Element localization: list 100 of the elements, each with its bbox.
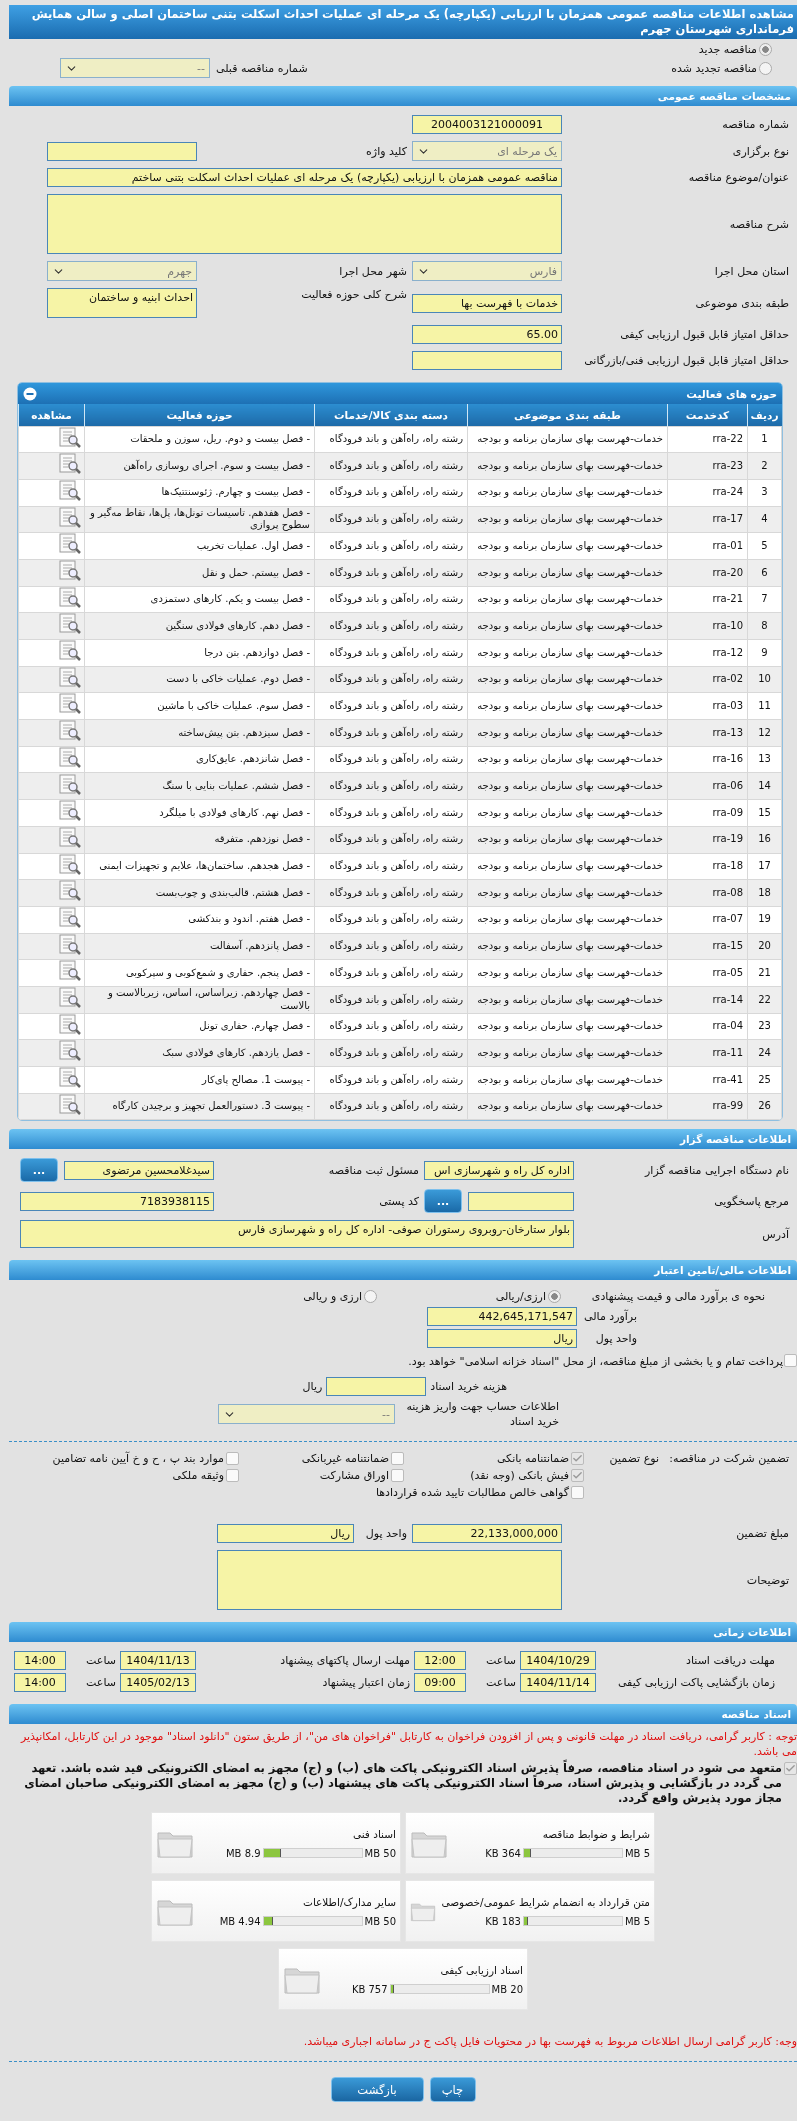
text-field[interactable]: 442,645,171,547 — [427, 1307, 577, 1327]
table-cell: rra-24 — [667, 479, 748, 507]
text-area[interactable]: احداث ابنیه و ساختمان — [47, 288, 197, 318]
browse-button[interactable]: ... — [424, 1189, 462, 1214]
time-field[interactable]: 12:00 — [414, 1651, 466, 1671]
action-button[interactable]: چاپ — [429, 2077, 476, 2103]
document-magnifier-icon[interactable] — [58, 426, 82, 449]
text-field[interactable]: ریال — [427, 1329, 577, 1349]
radio-option[interactable]: مناقصه جدید — [698, 43, 772, 56]
checkbox[interactable] — [391, 1469, 404, 1483]
document-magnifier-icon[interactable] — [58, 640, 82, 663]
text-field[interactable]: 7183938115 — [20, 1191, 214, 1211]
checkbox[interactable] — [226, 1469, 239, 1483]
text-field[interactable]: مناقصه عمومی همزمان با ارزیابی (یکپارچه) یک مرحله ای عملیات احداث اسکلت بتنی ساختم — [47, 168, 562, 187]
notice-text: توجه : کاربر گرامی، دریافت اسناد در مهلت قانونی و پس از افزودن فراخوان به کارتابل "فراخوان های من"، از طریق ستون "دانلود اسناد" موجود در این کارتابل، امکانپذیر می باشد. — [19, 1729, 797, 1759]
document-magnifier-icon[interactable] — [58, 746, 82, 769]
radio-icon[interactable] — [548, 1290, 561, 1304]
date-field[interactable]: 1404/10/29 — [520, 1651, 596, 1671]
collapse-icon[interactable] — [23, 386, 37, 401]
checkbox[interactable] — [391, 1452, 404, 1466]
document-magnifier-icon[interactable] — [58, 613, 82, 636]
field-label: شرح مناقصه — [728, 217, 789, 231]
radio-icon[interactable] — [364, 1290, 377, 1304]
document-magnifier-icon[interactable] — [58, 1093, 82, 1116]
document-magnifier-icon[interactable] — [58, 773, 82, 796]
document-magnifier-icon[interactable] — [58, 533, 82, 556]
document-magnifier-icon[interactable] — [58, 933, 82, 956]
document-magnifier-icon[interactable] — [58, 987, 82, 1010]
table-cell: رشته راه، راه‌آهن و باند فرودگاه — [314, 692, 468, 720]
field-label: کد پستی — [378, 1194, 419, 1208]
column-header[interactable]: حوزه فعالیت — [84, 404, 315, 426]
text-field[interactable] — [47, 141, 197, 161]
text-area[interactable] — [217, 1550, 562, 1611]
document-magnifier-icon[interactable] — [58, 693, 82, 716]
dropdown[interactable]: یک مرحله ای — [412, 141, 562, 161]
commitment-text: متعهد می شود در اسناد مناقصه، صرفاً پذیرش اسناد الکترونیکی پاکت های (ب) و (ج) مجهز به امضای الکترونیکی قید شده باشد. تعهد می گردد در بازگشایی و پذیرش اسناد، صرفاً اسناد الکترونیکی پاکت های پیشنهاد (ب) و (ج) مجهز به امضای الکترونیکی صاحبان امضای مجاز مورد پذیرش واقع گردد. — [23, 1761, 782, 1807]
document-magnifier-icon[interactable] — [58, 586, 82, 609]
text-field[interactable]: ریال — [217, 1524, 354, 1544]
column-header[interactable]: ردیف — [747, 404, 782, 426]
dropdown[interactable]: -- — [60, 58, 210, 78]
table-cell: 4 — [747, 506, 782, 533]
document-magnifier-icon[interactable] — [58, 666, 82, 689]
dropdown[interactable]: -- — [218, 1404, 395, 1425]
time-field[interactable]: 14:00 — [14, 1651, 66, 1671]
document-magnifier-icon[interactable] — [58, 800, 82, 823]
table-cell: خدمات-فهرست بهای سازمان برنامه و بودجه — [467, 986, 668, 1014]
document-magnifier-icon[interactable] — [58, 1040, 82, 1063]
document-magnifier-icon[interactable] — [58, 853, 82, 876]
document-magnifier-icon[interactable] — [58, 1067, 82, 1090]
text-field[interactable] — [412, 351, 562, 370]
checkbox[interactable] — [571, 1469, 584, 1483]
time-field[interactable]: 14:00 — [14, 1673, 66, 1693]
action-button[interactable]: بازگشت — [330, 2077, 424, 2103]
table-cell: rra-05 — [667, 959, 748, 987]
date-field[interactable]: 1404/11/14 — [520, 1673, 596, 1693]
text-field[interactable]: 65.00 — [412, 325, 562, 344]
time-field[interactable]: 09:00 — [414, 1673, 466, 1693]
document-magnifier-icon[interactable] — [58, 453, 82, 476]
checkbox[interactable] — [784, 1762, 797, 1776]
checkbox-option[interactable]: اوراق مشارکت — [319, 1469, 404, 1483]
column-header[interactable]: دسته بندی کالا/خدمات — [314, 404, 468, 426]
radio-icon[interactable] — [759, 43, 772, 56]
radio-option[interactable]: ارزی/ریالی — [381, 1290, 561, 1304]
document-magnifier-icon[interactable] — [58, 560, 82, 583]
text-field[interactable]: 2004003121000091 — [412, 115, 562, 134]
column-header[interactable]: مشاهده — [18, 404, 85, 426]
document-magnifier-icon[interactable] — [58, 960, 82, 983]
dropdown[interactable]: فارس — [412, 261, 562, 281]
section-header: اطلاعات مناقصه گزار — [9, 1129, 797, 1150]
checkbox-option[interactable]: ضمانتنامه بانکی — [496, 1452, 584, 1466]
text-field[interactable] — [468, 1191, 574, 1211]
text-field[interactable]: 22,133,000,000 — [412, 1524, 562, 1544]
radio-label: مناقصه جدید — [698, 43, 757, 56]
date-field[interactable]: 1404/11/13 — [120, 1651, 196, 1671]
document-magnifier-icon[interactable] — [58, 880, 82, 903]
date-field[interactable]: 1405/02/13 — [120, 1673, 196, 1693]
column-header[interactable]: طبقه بندی موضوعی — [467, 404, 668, 426]
text-field[interactable]: سیدغلامحسین مرتضوی — [64, 1160, 214, 1180]
checkbox[interactable] — [571, 1452, 584, 1466]
text-area[interactable]: بلوار ستارخان-روبروی رستوران صوفی- اداره کل راه و شهرسازی فارس — [20, 1220, 574, 1249]
radio-icon[interactable] — [759, 61, 772, 75]
text-area[interactable] — [47, 194, 562, 254]
text-field[interactable] — [326, 1377, 427, 1397]
document-magnifier-icon[interactable] — [58, 506, 82, 529]
text-field[interactable]: اداره کل راه و شهرسازی اس — [424, 1160, 574, 1180]
browse-button[interactable]: ... — [20, 1158, 58, 1183]
text-field[interactable]: خدمات با فهرست بها — [412, 293, 562, 313]
document-magnifier-icon[interactable] — [58, 479, 82, 502]
dropdown[interactable]: جهرم — [47, 261, 197, 281]
checkbox-option[interactable]: وثیقه ملکی — [172, 1469, 239, 1483]
checkbox[interactable] — [226, 1452, 239, 1466]
document-magnifier-icon[interactable] — [58, 826, 82, 849]
document-magnifier-icon[interactable] — [58, 1013, 82, 1036]
document-magnifier-icon[interactable] — [58, 906, 82, 929]
column-header[interactable]: کدخدمت — [667, 404, 748, 426]
table-cell: - فصل پنجم. حفاری و شمع‌کوبی و سپرکوبی — [84, 959, 315, 987]
checkbox[interactable] — [571, 1486, 584, 1500]
radio-option[interactable]: ارزی و ریالی — [197, 1290, 377, 1304]
document-magnifier-icon[interactable] — [58, 720, 82, 743]
checkbox[interactable] — [784, 1354, 797, 1368]
